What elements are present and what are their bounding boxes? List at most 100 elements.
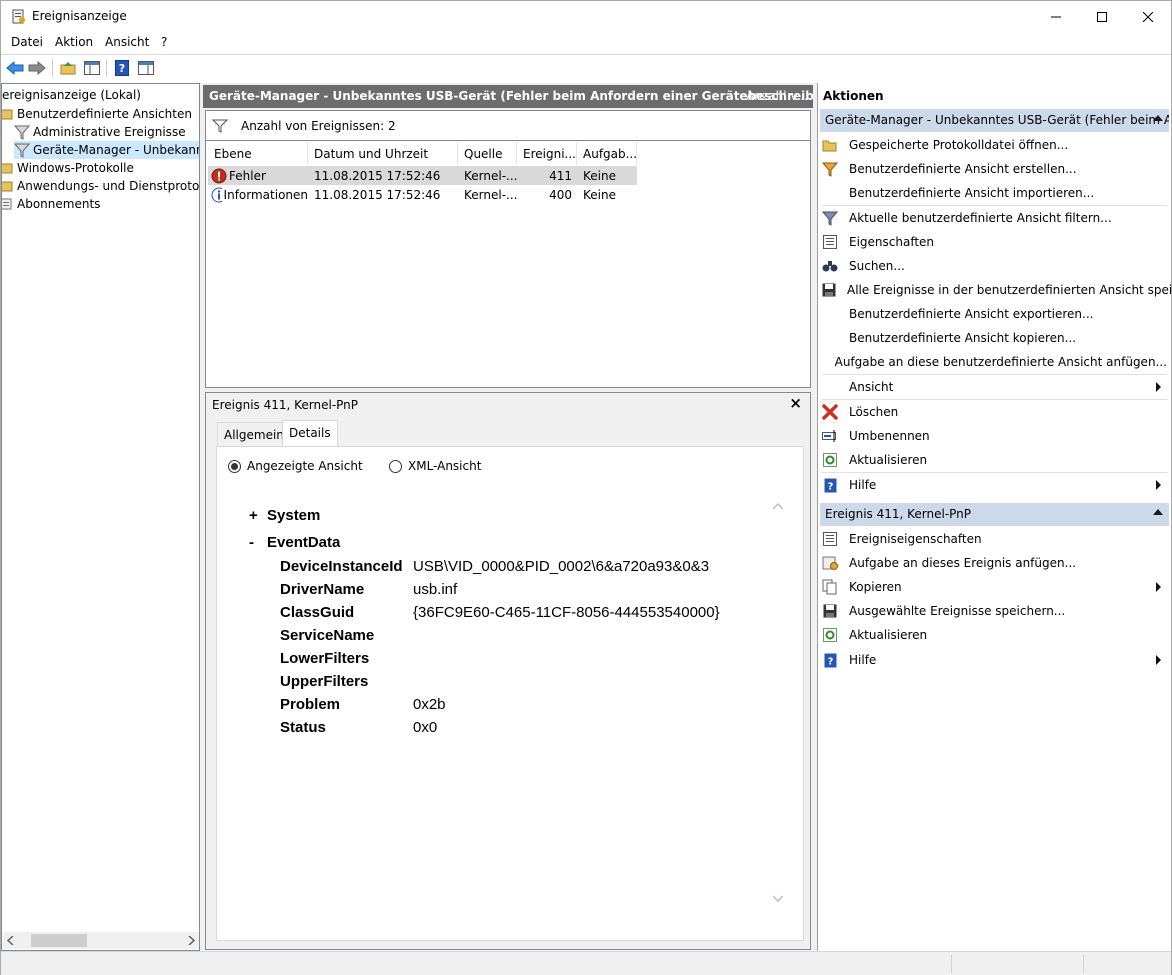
- back-button[interactable]: [5, 58, 25, 78]
- section-label: Geräte-Manager - Unbekanntes USB-Gerät (…: [825, 113, 1169, 127]
- event-detail-title: Ereignis 411, Kernel-PnP: [212, 398, 359, 412]
- action-help-submenu[interactable]: ? Hilfe: [822, 648, 1167, 672]
- action-copy-custom-view[interactable]: Benutzerdefinierte Ansicht kopieren...: [822, 326, 1167, 350]
- tree-horizontal-scrollbar[interactable]: [3, 932, 199, 949]
- close-icon: [1143, 11, 1153, 22]
- tree-item-custom-views[interactable]: Benutzerdefinierte Ansichten: [2, 105, 192, 123]
- tree-item-label: Abonnements: [17, 197, 101, 211]
- action-help-submenu[interactable]: ? Hilfe: [822, 473, 1167, 497]
- system-node-label: System: [267, 507, 321, 524]
- tree-item-root[interactable]: ereignisanzeige (Lokal): [2, 86, 141, 104]
- scroll-left-icon: [7, 936, 14, 945]
- details-tab-body: Angezeigte Ansicht XML-Ansicht + System …: [216, 446, 804, 941]
- actions-section-event[interactable]: Ereignis 411, Kernel-PnP: [820, 503, 1169, 526]
- show-hide-tree-button[interactable]: [82, 58, 102, 78]
- row-event-id: 411: [549, 168, 572, 183]
- action-delete[interactable]: Löschen: [822, 400, 1167, 424]
- table-row[interactable]: Fehler 11.08.2015 17:52:46 Kernel-... 41…: [208, 166, 637, 185]
- action-refresh[interactable]: Aktualisieren: [822, 448, 1167, 472]
- action-label: Aufgabe an diese benutzerdefinierte Ansi…: [834, 355, 1167, 369]
- action-attach-task-to-event[interactable]: Aufgabe an dieses Ereignis anfügen...: [822, 551, 1167, 575]
- show-hide-action-pane-button[interactable]: [136, 58, 156, 78]
- action-find[interactable]: Suchen...: [822, 254, 1167, 278]
- menu-ansicht[interactable]: Ansicht: [105, 35, 149, 49]
- event-viewer-window: Ereignisanzeige Datei Aktion Ansicht ? ?…: [0, 0, 1172, 975]
- radio-label: XML-Ansicht: [408, 459, 482, 473]
- subscription-icon: [2, 196, 14, 212]
- action-label: Aktualisieren: [849, 628, 928, 642]
- action-view-submenu[interactable]: Ansicht: [822, 375, 1167, 399]
- tree-item-windows-logs[interactable]: Windows-Protokolle: [2, 159, 134, 177]
- svg-text:?: ?: [827, 481, 833, 492]
- action-attach-task-to-view[interactable]: Aufgabe an diese benutzerdefinierte Ansi…: [822, 350, 1167, 374]
- submenu-arrow-icon: [1156, 480, 1161, 490]
- action-save-selected-events[interactable]: Ausgewählte Ereignisse speichern...: [822, 599, 1167, 623]
- table-row[interactable]: Informationen 11.08.2015 17:52:46 Kernel…: [208, 185, 637, 204]
- action-open-saved-log[interactable]: Gespeicherte Protokolldatei öffnen...: [822, 133, 1167, 157]
- properties-icon: [822, 234, 838, 250]
- tree-item-device-manager-view[interactable]: Geräte-Manager - Unbekanntes: [14, 141, 199, 159]
- scroll-down-icon: [773, 895, 783, 902]
- scrollbar-thumb[interactable]: [31, 934, 87, 947]
- rename-icon: [822, 428, 838, 444]
- help-button[interactable]: ?: [112, 58, 132, 78]
- column-header-task[interactable]: Aufgab...: [577, 142, 637, 165]
- filter-icon: [14, 142, 30, 158]
- radio-xml-view[interactable]: XML-Ansicht: [389, 459, 481, 473]
- action-import-custom-view[interactable]: Benutzerdefinierte Ansicht importieren..…: [822, 181, 1167, 205]
- close-button[interactable]: [1125, 1, 1171, 32]
- filter-create-icon: [822, 161, 838, 177]
- tree-item-subscriptions[interactable]: Abonnements: [2, 195, 101, 213]
- actions-section-custom-view[interactable]: Geräte-Manager - Unbekanntes USB-Gerät (…: [820, 109, 1169, 132]
- menu-datei[interactable]: Datei: [11, 35, 43, 49]
- menu-aktion[interactable]: Aktion: [55, 35, 93, 49]
- save-icon: [822, 282, 836, 298]
- minimize-button[interactable]: [1033, 1, 1079, 32]
- cell-level: Informationen: [208, 187, 308, 203]
- column-header-event-id[interactable]: Ereigni...: [517, 142, 577, 165]
- action-refresh[interactable]: Aktualisieren: [822, 623, 1167, 647]
- blank-icon: [822, 354, 824, 370]
- svg-text:?: ?: [827, 656, 833, 667]
- column-header-level[interactable]: Ebene: [208, 142, 308, 165]
- action-create-custom-view[interactable]: Benutzerdefinierte Ansicht erstellen...: [822, 157, 1167, 181]
- tree-item-label: ereignisanzeige (Lokal): [2, 88, 141, 102]
- action-rename[interactable]: Umbenennen: [822, 424, 1167, 448]
- tab-general[interactable]: Allgemein: [217, 422, 291, 446]
- maximize-button[interactable]: [1079, 1, 1125, 32]
- center-pane: Geräte-Manager - Unbekanntes USB-Gerät (…: [203, 83, 813, 951]
- tab-details[interactable]: Details: [282, 420, 338, 447]
- field-key: Problem: [280, 696, 341, 713]
- forward-button[interactable]: [27, 58, 47, 78]
- svg-text:?: ?: [119, 62, 125, 75]
- field-key: DeviceInstanceId: [280, 558, 403, 575]
- tree-item-admin-events[interactable]: Administrative Ereignisse: [14, 123, 186, 141]
- action-label: Eigenschaften: [849, 235, 935, 249]
- action-filter-current-view[interactable]: Aktuelle benutzerdefinierte Ansicht filt…: [822, 206, 1167, 230]
- actions-title: Aktionen: [823, 89, 884, 103]
- action-event-properties[interactable]: Ereigniseigenschaften: [822, 527, 1167, 551]
- up-button[interactable]: [58, 58, 78, 78]
- field-value: 0x0: [413, 719, 438, 736]
- tree-item-label: Windows-Protokolle: [17, 161, 134, 175]
- radio-friendly-view[interactable]: Angezeigte Ansicht: [228, 459, 363, 473]
- column-header-source[interactable]: Quelle: [458, 142, 517, 165]
- open-folder-icon: [822, 137, 838, 153]
- action-copy-submenu[interactable]: Kopieren: [822, 575, 1167, 599]
- menu-help[interactable]: ?: [161, 35, 167, 49]
- field-value: {36FC9E60-C465-11CF-8056-444553540000}: [413, 604, 720, 621]
- tree-item-app-service-logs[interactable]: Anwendungs- und Dienstprotokolle: [2, 177, 199, 195]
- detail-vertical-scrollbar[interactable]: [769, 487, 786, 920]
- expand-system-toggle[interactable]: +: [249, 507, 258, 524]
- action-save-all-events[interactable]: Alle Ereignisse in der benutzerdefiniert…: [822, 278, 1172, 302]
- action-properties[interactable]: Eigenschaften: [822, 230, 1167, 254]
- help-icon: ?: [115, 60, 129, 76]
- field-key: LowerFilters: [280, 650, 370, 667]
- action-export-custom-view[interactable]: Benutzerdefinierte Ansicht exportieren..…: [822, 302, 1167, 326]
- row-task: Keine: [583, 187, 616, 202]
- delete-icon: [822, 404, 838, 420]
- help-icon: ?: [822, 652, 838, 668]
- close-detail-button[interactable]: ×: [789, 394, 802, 412]
- column-header-datetime[interactable]: Datum und Uhrzeit: [308, 142, 458, 165]
- collapse-eventdata-toggle[interactable]: -: [249, 534, 254, 551]
